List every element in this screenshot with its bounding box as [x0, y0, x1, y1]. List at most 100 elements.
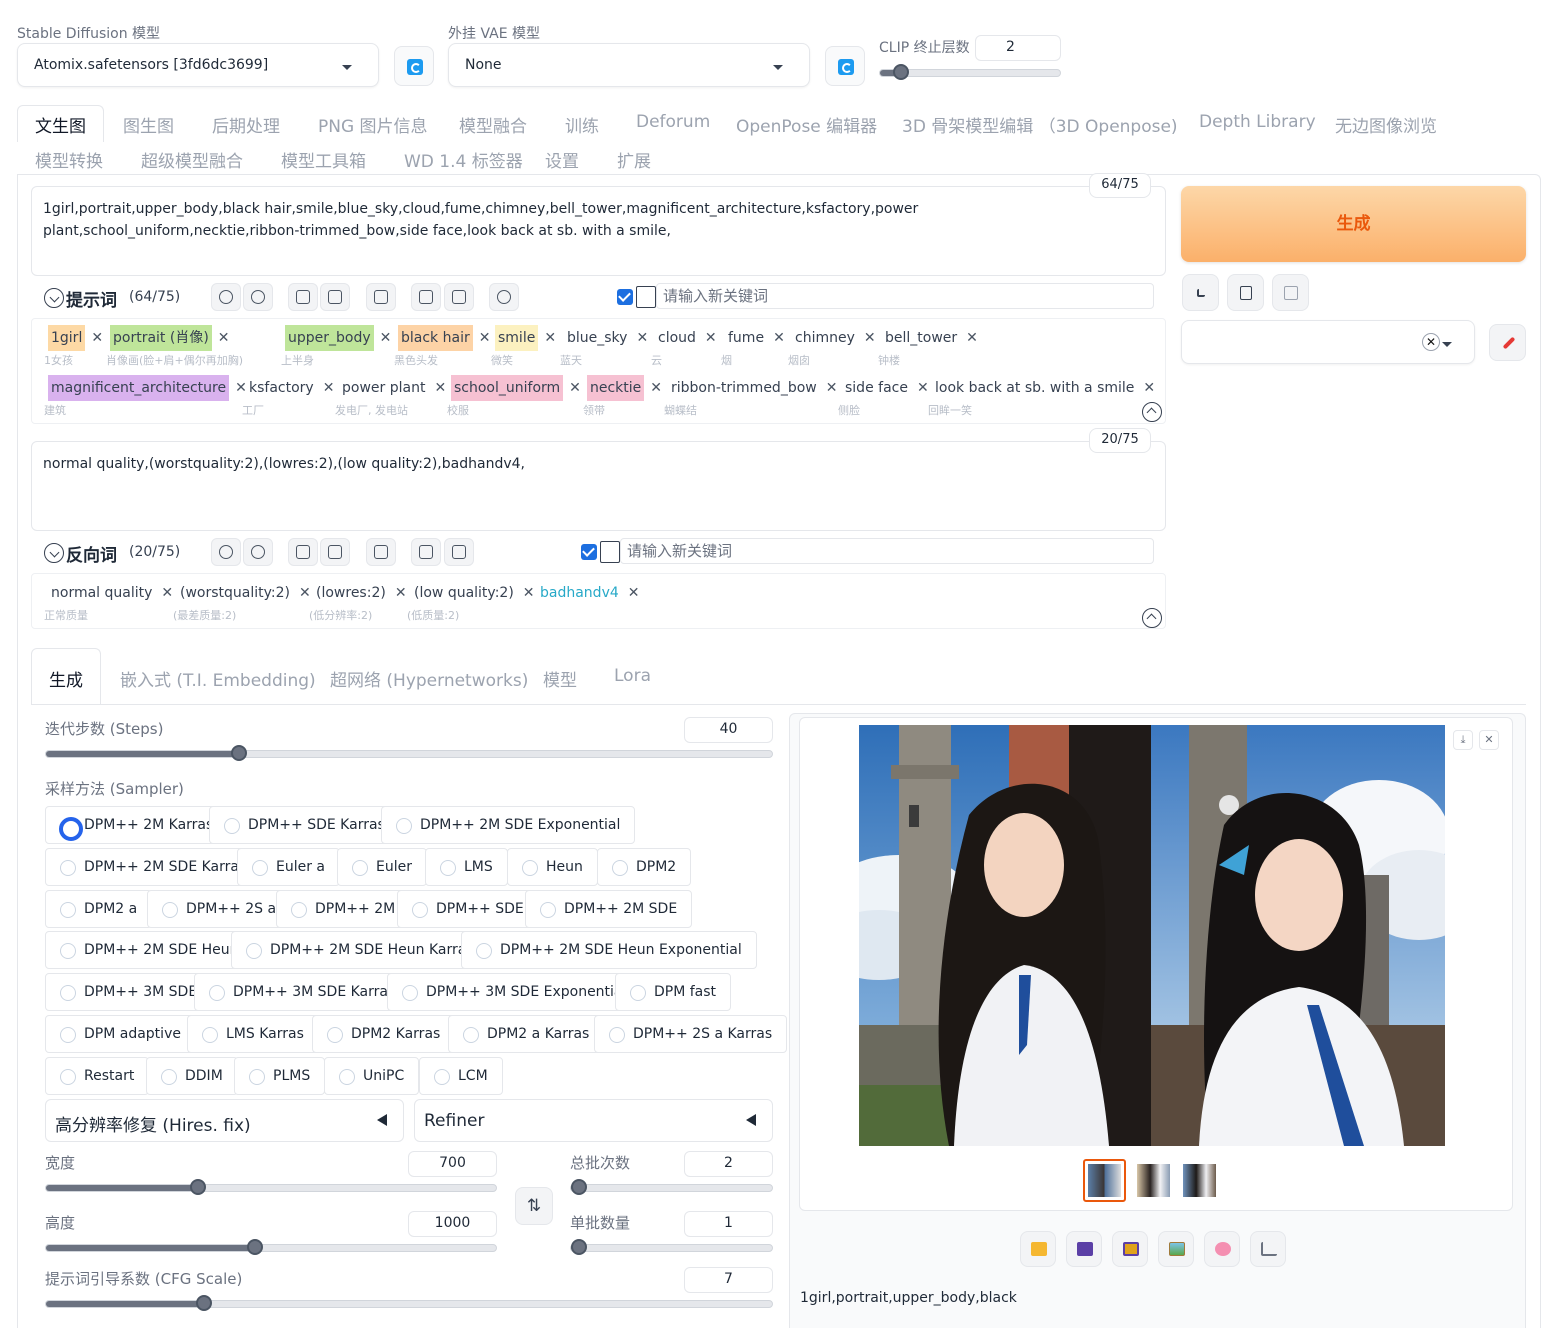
generated-image[interactable] — [859, 725, 1445, 1146]
prompt-tag[interactable]: chimney ✕ — [788, 325, 880, 351]
trash-button[interactable] — [1272, 274, 1309, 311]
remove-tag-icon[interactable]: ✕ — [966, 330, 978, 346]
translate-globe-button[interactable] — [211, 538, 241, 566]
sampler-option-euler-a[interactable]: Euler a — [237, 848, 341, 886]
negative-tag[interactable]: badhandv4 ✕ — [533, 580, 644, 606]
prompt-tag[interactable]: cloud ✕ — [651, 325, 721, 351]
paste-button[interactable] — [1227, 274, 1264, 311]
gallery-thumbnail[interactable] — [1134, 1161, 1173, 1200]
collapse-icon[interactable] — [44, 288, 64, 308]
sampler-option-euler[interactable]: Euler — [337, 848, 427, 886]
sampler-option-dpm-2m-sde-heun[interactable]: DPM++ 2M SDE Heun — [45, 931, 254, 969]
batch-count-slider[interactable] — [570, 1179, 773, 1195]
batch-size-slider[interactable] — [570, 1239, 773, 1255]
negative-tag[interactable]: normal quality ✕ — [44, 580, 177, 606]
translate-globe-button[interactable] — [211, 283, 241, 311]
steps-input[interactable]: 40 — [684, 717, 773, 743]
tab-main-8[interactable]: 3D 骨架模型编辑 （3D Openpose) — [902, 112, 1178, 137]
sampler-option-dpm-2m-sde-heun-karras[interactable]: DPM++ 2M SDE Heun Karras — [231, 931, 489, 969]
open-folder-button[interactable] — [1020, 1231, 1056, 1267]
remove-tag-icon[interactable]: ✕ — [569, 380, 581, 396]
sampler-option-dpm-2m-sde-exponential[interactable]: DPM++ 2M SDE Exponential — [381, 806, 636, 844]
sampler-option-dpm-2m[interactable]: DPM++ 2M — [276, 890, 411, 928]
hires-fix-accordion[interactable]: 高分辨率修复 (Hires. fix) — [45, 1099, 404, 1142]
prompt-tag[interactable]: power plant ✕ — [335, 375, 450, 401]
prompt-tag[interactable]: necktie ✕ — [583, 375, 666, 401]
remove-tag-icon[interactable]: ✕ — [705, 330, 717, 346]
refresh-vae-button[interactable] — [825, 46, 865, 86]
keyword-input[interactable]: 请输入新关键词 — [656, 283, 1154, 309]
refiner-accordion[interactable]: Refiner — [414, 1099, 773, 1142]
send-to-img2img-button[interactable] — [1158, 1231, 1194, 1267]
sampler-option-dpm-fast[interactable]: DPM fast — [615, 973, 732, 1011]
subtab-3[interactable]: 模型 — [543, 666, 577, 691]
slider-thumb[interactable] — [571, 1239, 587, 1255]
steps-slider[interactable] — [45, 745, 773, 761]
save-button[interactable] — [1066, 1231, 1102, 1267]
subtab-2[interactable]: 超网络 (Hypernetworks) — [330, 666, 528, 691]
sampler-option-dpm-2m-karras[interactable]: DPM++ 2M Karras — [45, 806, 229, 844]
tab-main-3[interactable]: PNG 图片信息 — [318, 112, 428, 137]
gallery-thumbnail[interactable] — [1180, 1161, 1219, 1200]
prompt-tag[interactable]: school_uniform ✕ — [447, 375, 585, 401]
clear-button[interactable] — [444, 283, 474, 311]
prompt-tag[interactable]: ribbon-trimmed_bow ✕ — [664, 375, 841, 401]
copy-button[interactable] — [411, 283, 441, 311]
sampler-option-plms[interactable]: PLMS — [234, 1057, 326, 1095]
sampler-option-lcm[interactable]: LCM — [419, 1057, 503, 1095]
collapse-tags-icon[interactable] — [1142, 402, 1162, 422]
tab-main-0[interactable]: 文生图 — [35, 112, 86, 137]
zip-button[interactable] — [1112, 1231, 1148, 1267]
sampler-option-dpm-sde[interactable]: DPM++ SDE — [397, 890, 539, 928]
close-icon[interactable]: ✕ — [1479, 730, 1499, 750]
prompt-tag[interactable]: magnificent_architecture ✕ — [44, 375, 251, 401]
download-icon[interactable]: ⤓ — [1453, 730, 1473, 750]
sampler-option-dpm-2s-a-karras[interactable]: DPM++ 2S a Karras — [594, 1015, 788, 1053]
sampler-option-restart[interactable]: Restart — [45, 1057, 150, 1095]
tab-main-9[interactable]: Depth Library — [1199, 112, 1316, 132]
prompt-tag[interactable]: bell_tower ✕ — [878, 325, 982, 351]
tab-main-row2-4[interactable]: 设置 — [545, 147, 579, 172]
remove-tag-icon[interactable]: ✕ — [323, 380, 335, 396]
tab-main-row2-2[interactable]: 模型工具箱 — [281, 147, 366, 172]
sampler-option-dpm-3m-sde-karras[interactable]: DPM++ 3M SDE Karras — [194, 973, 411, 1011]
sampler-option-dpm-3m-sde[interactable]: DPM++ 3M SDE — [45, 973, 213, 1011]
sampler-option-unipc[interactable]: UniPC — [324, 1057, 420, 1095]
tab-main-6[interactable]: Deforum — [636, 112, 710, 132]
refresh-sd-model-button[interactable] — [394, 46, 434, 86]
subtab-1[interactable]: 嵌入式 (T.I. Embedding) — [120, 666, 316, 691]
tab-main-row2-1[interactable]: 超级模型融合 — [141, 147, 243, 172]
generate-button[interactable]: 生成 — [1181, 186, 1526, 262]
negative-tag[interactable]: (worstquality:2) ✕ — [173, 580, 315, 606]
tab-main-4[interactable]: 模型融合 — [459, 112, 527, 137]
remove-tag-icon[interactable]: ✕ — [218, 330, 230, 346]
collapse-icon[interactable] — [44, 543, 64, 563]
prompt-tag[interactable]: black hair ✕ — [394, 325, 494, 351]
favorite-button[interactable] — [320, 283, 350, 311]
remove-tag-icon[interactable]: ✕ — [161, 585, 173, 601]
tab-main-row2-5[interactable]: 扩展 — [617, 147, 651, 172]
send-to-extras-button[interactable] — [1250, 1231, 1286, 1267]
remove-tag-icon[interactable]: ✕ — [628, 585, 640, 601]
translate-button[interactable] — [366, 283, 396, 311]
prompt-tag[interactable]: 1girl ✕ — [44, 325, 107, 351]
height-input[interactable]: 1000 — [408, 1211, 497, 1237]
negative-tag[interactable]: (lowres:2) ✕ — [309, 580, 411, 606]
favorite-button[interactable] — [320, 538, 350, 566]
remove-tag-icon[interactable]: ✕ — [380, 330, 392, 346]
clip-skip-input[interactable]: 2 — [975, 35, 1061, 61]
sampler-option-dpm-2m-sde-heun-exponential[interactable]: DPM++ 2M SDE Heun Exponential — [461, 931, 757, 969]
remove-tag-icon[interactable]: ✕ — [479, 330, 491, 346]
remove-tag-icon[interactable]: ✕ — [91, 330, 103, 346]
sampler-option-dpm-sde-karras[interactable]: DPM++ SDE Karras — [209, 806, 400, 844]
sampler-option-dpm-adaptive[interactable]: DPM adaptive — [45, 1015, 196, 1053]
batch-size-input[interactable]: 1 — [684, 1211, 773, 1237]
remove-tag-icon[interactable]: ✕ — [864, 330, 876, 346]
sampler-option-dpm-3m-sde-exponential[interactable]: DPM++ 3M SDE Exponential — [387, 973, 642, 1011]
styles-dropdown[interactable]: ✕ — [1181, 320, 1475, 364]
slider-thumb[interactable] — [231, 745, 247, 761]
copy-button[interactable] — [411, 538, 441, 566]
subtab-0[interactable]: 生成 — [49, 666, 83, 691]
prompt-tag[interactable]: portrait (肖像) ✕ — [106, 325, 234, 351]
remove-tag-icon[interactable]: ✕ — [544, 330, 556, 346]
